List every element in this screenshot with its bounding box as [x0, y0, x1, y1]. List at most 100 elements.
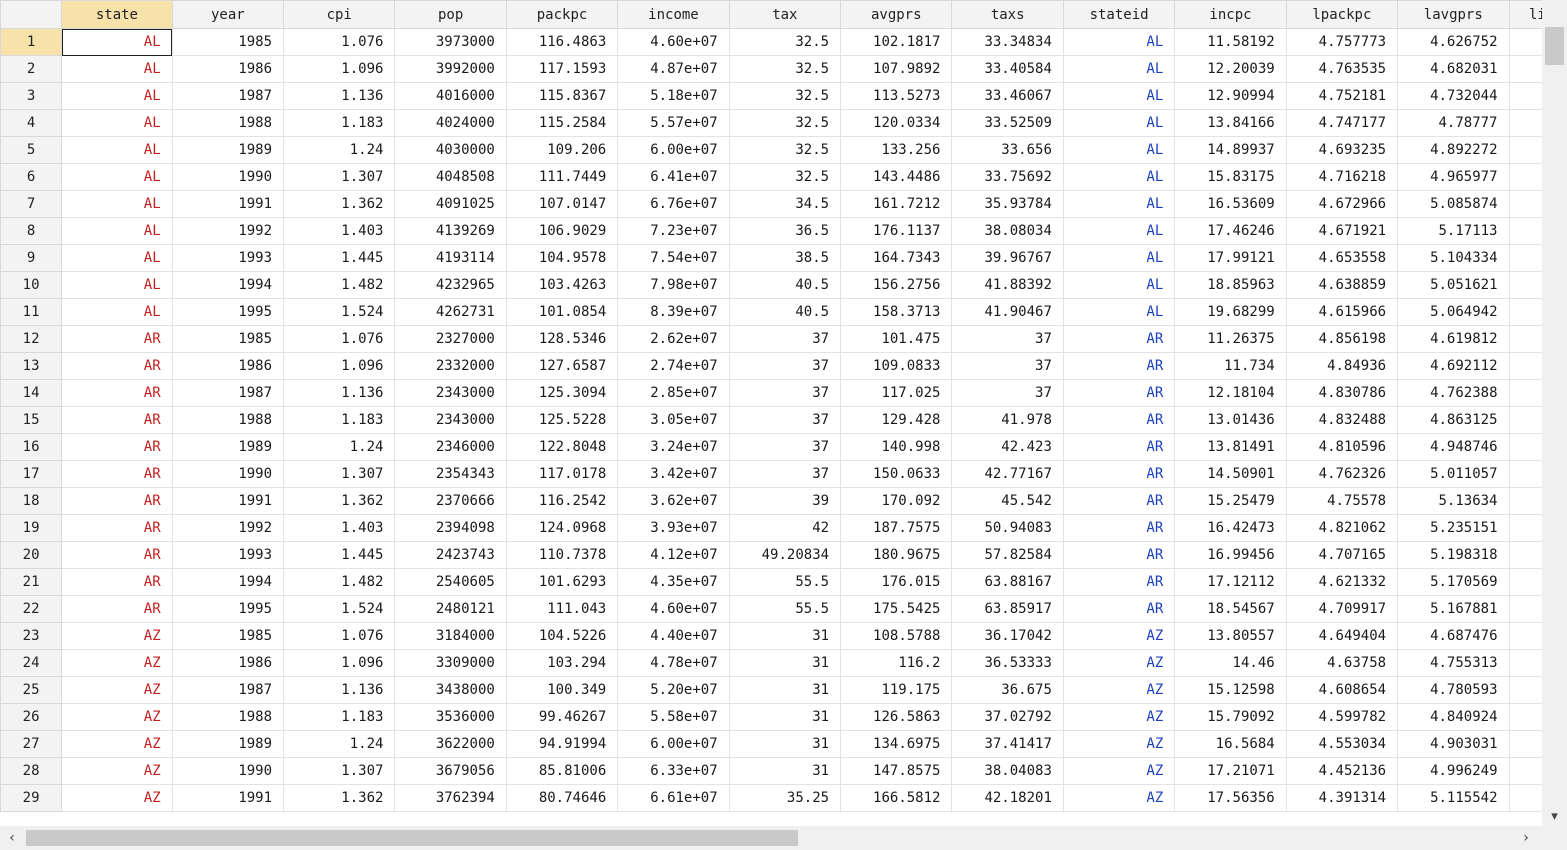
cell-year[interactable]: 1990: [171, 460, 285, 488]
cell-avgprs[interactable]: 109.0833: [840, 352, 953, 380]
cell-lpackpc[interactable]: 4.762326: [1285, 460, 1399, 488]
cell-lavgprs[interactable]: 4.903031: [1397, 730, 1510, 758]
cell-stateid[interactable]: AR: [1062, 433, 1176, 461]
cell-packpc[interactable]: 122.8048: [505, 433, 619, 461]
cell-lincpc[interactable]: 2.6: [1508, 109, 1542, 137]
cell-taxs[interactable]: 39.96767: [951, 244, 1064, 272]
cell-cpi[interactable]: 1.24: [283, 433, 396, 461]
cell-state[interactable]: AR: [61, 541, 173, 569]
cell-packpc[interactable]: 116.4863: [505, 28, 619, 56]
cell-state[interactable]: AR: [61, 514, 173, 542]
cell-year[interactable]: 1990: [171, 163, 285, 191]
cell-avgprs[interactable]: 140.998: [840, 433, 953, 461]
cell-packpc[interactable]: 117.0178: [505, 460, 619, 488]
cell-lpackpc[interactable]: 4.707165: [1285, 541, 1399, 569]
column-header-year[interactable]: year: [171, 0, 285, 29]
cell-income[interactable]: 7.23e+07: [617, 217, 730, 245]
cell-lpackpc[interactable]: 4.553034: [1285, 730, 1399, 758]
cell-year[interactable]: 1985: [171, 28, 285, 56]
column-header-packpc[interactable]: packpc: [505, 0, 619, 29]
cell-year[interactable]: 1991: [171, 784, 285, 812]
row-number[interactable]: 16: [0, 433, 63, 461]
cell-incpc[interactable]: 19.68299: [1174, 298, 1287, 326]
table-row[interactable]: 1 AL 1985 1.076 3973000 116.4863 4.60e+07 32.5 1…: [0, 28, 1542, 56]
cell-taxs[interactable]: 38.08034: [951, 217, 1064, 245]
cell-lavgprs[interactable]: 5.051621: [1397, 271, 1510, 299]
row-number[interactable]: 26: [0, 703, 63, 731]
cell-tax[interactable]: 36.5: [728, 217, 842, 245]
table-row[interactable]: 13 AR 1986 1.096 2332000 127.6587 2.74e+07 37 10…: [0, 352, 1542, 380]
cell-cpi[interactable]: 1.482: [283, 271, 396, 299]
cell-stateid[interactable]: AR: [1062, 325, 1176, 353]
cell-lincpc[interactable]: 2.5: [1508, 55, 1542, 83]
cell-lavgprs[interactable]: 4.948746: [1397, 433, 1510, 461]
row-number[interactable]: 23: [0, 622, 63, 650]
cell-avgprs[interactable]: 101.475: [840, 325, 953, 353]
cell-avgprs[interactable]: 117.025: [840, 379, 953, 407]
cell-tax[interactable]: 32.5: [728, 82, 842, 110]
cell-state[interactable]: AL: [61, 163, 173, 191]
cell-lpackpc[interactable]: 4.671921: [1285, 217, 1399, 245]
cell-tax[interactable]: 55.5: [728, 595, 842, 623]
cell-pop[interactable]: 4091025: [394, 190, 507, 218]
cell-income[interactable]: 6.76e+07: [617, 190, 730, 218]
cell-lpackpc[interactable]: 4.391314: [1285, 784, 1399, 812]
cell-packpc[interactable]: 128.5346: [505, 325, 619, 353]
cell-lincpc[interactable]: 2.7: [1508, 514, 1542, 542]
cell-avgprs[interactable]: 156.2756: [840, 271, 953, 299]
cell-incpc[interactable]: 14.46: [1174, 649, 1287, 677]
cell-stateid[interactable]: AL: [1062, 82, 1176, 110]
cell-state[interactable]: AR: [61, 325, 173, 353]
cell-tax[interactable]: 40.5: [728, 298, 842, 326]
cell-lavgprs[interactable]: 5.115542: [1397, 784, 1510, 812]
cell-taxs[interactable]: 37: [951, 352, 1064, 380]
cell-incpc[interactable]: 15.83175: [1174, 163, 1287, 191]
cell-lincpc[interactable]: 2.: [1508, 460, 1542, 488]
cell-state[interactable]: AL: [61, 82, 173, 110]
cell-pop[interactable]: 4232965: [394, 271, 507, 299]
cell-incpc[interactable]: 16.53609: [1174, 190, 1287, 218]
cell-lpackpc[interactable]: 4.821062: [1285, 514, 1399, 542]
cell-taxs[interactable]: 36.53333: [951, 649, 1064, 677]
cell-taxs[interactable]: 33.52509: [951, 109, 1064, 137]
cell-lpackpc[interactable]: 4.856198: [1285, 325, 1399, 353]
cell-taxs[interactable]: 33.75692: [951, 163, 1064, 191]
row-number[interactable]: 13: [0, 352, 63, 380]
cell-income[interactable]: 8.39e+07: [617, 298, 730, 326]
table-row[interactable]: 27 AZ 1989 1.24 3622000 94.91994 6.00e+07 31 134…: [0, 730, 1542, 758]
cell-cpi[interactable]: 1.136: [283, 676, 396, 704]
cell-tax[interactable]: 37: [728, 352, 842, 380]
column-header-cpi[interactable]: cpi: [283, 0, 396, 29]
cell-avgprs[interactable]: 134.6975: [840, 730, 953, 758]
table-row[interactable]: 12 AR 1985 1.076 2327000 128.5346 2.62e+07 37 10…: [0, 325, 1542, 353]
cell-incpc[interactable]: 17.21071: [1174, 757, 1287, 785]
cell-tax[interactable]: 35.25: [728, 784, 842, 812]
cell-packpc[interactable]: 124.0968: [505, 514, 619, 542]
cell-stateid[interactable]: AR: [1062, 541, 1176, 569]
cell-pop[interactable]: 3973000: [394, 28, 507, 56]
cell-income[interactable]: 5.20e+07: [617, 676, 730, 704]
cell-lavgprs[interactable]: 5.085874: [1397, 190, 1510, 218]
cell-income[interactable]: 4.35e+07: [617, 568, 730, 596]
cell-incpc[interactable]: 17.56356: [1174, 784, 1287, 812]
table-row[interactable]: 4 AL 1988 1.183 4024000 115.2584 5.57e+07 32.5 1…: [0, 109, 1542, 137]
cell-stateid[interactable]: AZ: [1062, 703, 1176, 731]
cell-state[interactable]: AR: [61, 568, 173, 596]
row-number[interactable]: 4: [0, 109, 63, 137]
cell-year[interactable]: 1993: [171, 541, 285, 569]
row-number[interactable]: 6: [0, 163, 63, 191]
cell-packpc[interactable]: 100.349: [505, 676, 619, 704]
row-number[interactable]: 17: [0, 460, 63, 488]
table-row[interactable]: 3 AL 1987 1.136 4016000 115.8367 5.18e+07 32.5 1…: [0, 82, 1542, 110]
table-row[interactable]: 22 AR 1995 1.524 2480121 111.043 4.60e+07 55.5 1…: [0, 595, 1542, 623]
cell-cpi[interactable]: 1.076: [283, 28, 396, 56]
cell-incpc[interactable]: 16.42473: [1174, 514, 1287, 542]
cell-lavgprs[interactable]: 4.687476: [1397, 622, 1510, 650]
cell-stateid[interactable]: AR: [1062, 568, 1176, 596]
cell-avgprs[interactable]: 187.7575: [840, 514, 953, 542]
cell-lavgprs[interactable]: 5.13634: [1397, 487, 1510, 515]
cell-lincpc[interactable]: 2.7: [1508, 676, 1542, 704]
cell-avgprs[interactable]: 176.1137: [840, 217, 953, 245]
cell-incpc[interactable]: 15.12598: [1174, 676, 1287, 704]
cell-year[interactable]: 1986: [171, 649, 285, 677]
